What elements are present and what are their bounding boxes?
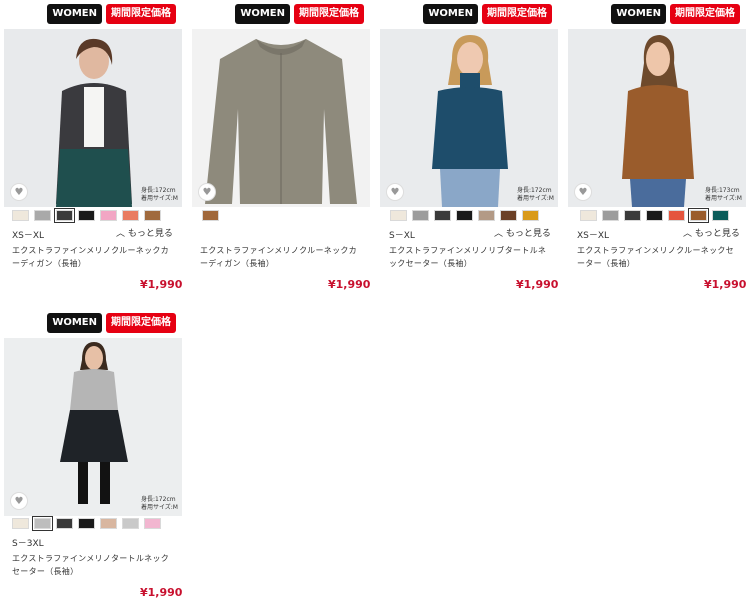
model-size: 着用サイズ:M: [704, 195, 742, 202]
color-swatch[interactable]: [434, 210, 451, 221]
model-size: 着用サイズ:M: [140, 504, 178, 511]
model-size: 着用サイズ:M: [516, 195, 554, 202]
color-swatch[interactable]: [390, 210, 407, 221]
more-link[interactable]: ︿ もっと見る: [116, 226, 173, 239]
women-badge: WOMEN: [47, 4, 102, 24]
more-link[interactable]: ︿ もっと見る: [683, 226, 740, 239]
women-badge: WOMEN: [611, 4, 666, 24]
color-swatch[interactable]: [144, 210, 161, 221]
size-range: XS－XL: [12, 231, 45, 241]
product-image[interactable]: ♥ 身長:172cm 着用サイズ:M: [380, 29, 558, 207]
color-swatches: [12, 208, 161, 223]
color-swatch[interactable]: [202, 210, 219, 221]
model-height: 身長:172cm: [140, 496, 176, 503]
badge-group: WOMEN 期間限定価格: [611, 4, 740, 26]
color-swatch[interactable]: [54, 208, 75, 223]
color-swatch[interactable]: [122, 518, 139, 529]
color-swatch[interactable]: [412, 210, 429, 221]
size-range: XS－XL: [577, 231, 610, 241]
model-height: 身長:172cm: [140, 187, 176, 194]
color-swatch[interactable]: [624, 210, 641, 221]
color-swatch[interactable]: [580, 210, 597, 221]
color-swatches: [390, 210, 539, 221]
sale-badge: 期間限定価格: [482, 4, 552, 24]
color-swatch[interactable]: [478, 210, 495, 221]
product-price: ¥1,990: [704, 278, 747, 291]
chevron-up-icon: ︿: [683, 229, 693, 239]
product-image[interactable]: ♥ 身長:172cm 着用サイズ:M: [4, 29, 182, 207]
color-swatch[interactable]: [100, 210, 117, 221]
color-swatch[interactable]: [602, 210, 619, 221]
size-range: S－3XL: [12, 539, 44, 549]
product-name[interactable]: エクストラファインメリノクルーネックセーター（長袖）: [577, 244, 739, 270]
product-name[interactable]: エクストラファインメリノリブタートルネックセーター（長袖）: [389, 244, 551, 270]
color-swatches: [580, 208, 729, 223]
color-swatches: [202, 210, 219, 221]
color-swatch[interactable]: [522, 210, 539, 221]
model-info: 身長:172cm 着用サイズ:M: [517, 187, 554, 203]
color-swatch[interactable]: [456, 210, 473, 221]
badge-group: WOMEN 期間限定価格: [423, 4, 552, 26]
model-height: 身長:172cm: [516, 187, 552, 194]
color-swatch[interactable]: [78, 518, 95, 529]
women-badge: WOMEN: [47, 313, 102, 333]
color-swatch[interactable]: [712, 210, 729, 221]
chevron-up-icon: ︿: [116, 229, 126, 239]
product-name[interactable]: エクストラファインメリノクルーネックカーディガン（長袖）: [12, 244, 174, 270]
product-price: ¥1,990: [516, 278, 559, 291]
badge-group: WOMEN 期間限定価格: [235, 4, 364, 26]
color-swatch[interactable]: [12, 210, 29, 221]
product-price: ¥1,990: [328, 278, 371, 291]
more-link[interactable]: ︿ もっと見る: [494, 226, 551, 239]
heart-icon[interactable]: ♥: [10, 183, 28, 201]
color-swatch[interactable]: [688, 208, 709, 223]
size-range: S－XL: [389, 231, 415, 241]
heart-icon[interactable]: ♥: [386, 183, 404, 201]
sale-badge: 期間限定価格: [294, 4, 364, 24]
sale-badge: 期間限定価格: [106, 4, 176, 24]
color-swatch[interactable]: [646, 210, 663, 221]
color-swatch[interactable]: [12, 518, 29, 529]
heart-icon[interactable]: ♥: [198, 183, 216, 201]
product-price: ¥1,990: [140, 586, 183, 599]
badge-group: WOMEN 期間限定価格: [47, 313, 176, 335]
sale-badge: 期間限定価格: [106, 313, 176, 333]
more-label: もっと見る: [127, 229, 173, 239]
chevron-up-icon: ︿: [494, 229, 504, 239]
women-badge: WOMEN: [423, 4, 478, 24]
color-swatch[interactable]: [122, 210, 139, 221]
more-label: もっと見る: [694, 229, 740, 239]
product-name[interactable]: エクストラファインメリノタートルネックセーター（長袖）: [12, 552, 174, 578]
color-swatch[interactable]: [34, 210, 51, 221]
model-info: 身長:172cm 着用サイズ:M: [141, 187, 178, 203]
product-name[interactable]: エクストラファインメリノクルーネックカーディガン（長袖）: [200, 244, 362, 270]
model-height: 身長:173cm: [704, 187, 740, 194]
sale-badge: 期間限定価格: [670, 4, 740, 24]
color-swatch[interactable]: [668, 210, 685, 221]
color-swatch[interactable]: [500, 210, 517, 221]
model-size: 着用サイズ:M: [140, 195, 178, 202]
badge-group: WOMEN 期間限定価格: [47, 4, 176, 26]
heart-icon[interactable]: ♥: [574, 183, 592, 201]
product-price: ¥1,990: [140, 278, 183, 291]
heart-icon[interactable]: ♥: [10, 492, 28, 510]
color-swatch[interactable]: [56, 518, 73, 529]
color-swatch[interactable]: [100, 518, 117, 529]
color-swatches: [12, 516, 161, 531]
product-image[interactable]: ♥ 身長:173cm 着用サイズ:M: [568, 29, 746, 207]
model-info: 身長:172cm 着用サイズ:M: [141, 496, 178, 512]
women-badge: WOMEN: [235, 4, 290, 24]
color-swatch[interactable]: [144, 518, 161, 529]
model-info: 身長:173cm 着用サイズ:M: [705, 187, 742, 203]
color-swatch[interactable]: [78, 210, 95, 221]
color-swatch[interactable]: [32, 516, 53, 531]
product-image[interactable]: ♥ 身長:172cm 着用サイズ:M: [4, 338, 182, 516]
more-label: もっと見る: [505, 229, 551, 239]
product-image[interactable]: ♥: [192, 29, 370, 207]
